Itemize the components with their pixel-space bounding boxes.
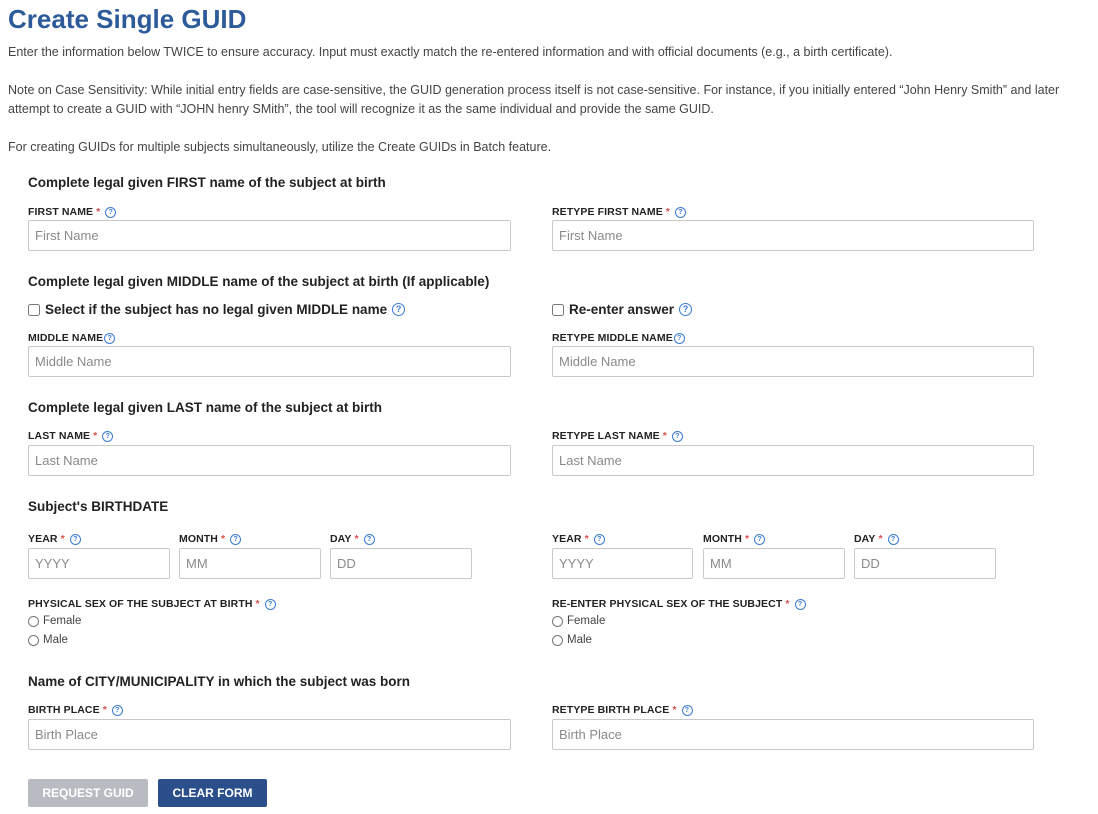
retype-middle-name-input[interactable]: [552, 346, 1034, 377]
reenter-no-middle-option[interactable]: Re-enter answer?: [552, 302, 693, 317]
retype-last-name-input[interactable]: [552, 445, 1034, 476]
retype-day-label: DAY *?: [854, 533, 899, 545]
intro-batch-note: For creating GUIDs for multiple subjects…: [8, 140, 552, 154]
help-icon[interactable]: ?: [104, 333, 116, 344]
middle-name-heading: Complete legal given MIDDLE name of the …: [28, 274, 490, 289]
last-name-heading: Complete legal given LAST name of the su…: [28, 400, 383, 415]
retype-last-name-label: RETYPE LAST NAME *?: [552, 430, 683, 442]
day-label: DAY *?: [330, 533, 375, 545]
male-radio[interactable]: [552, 634, 563, 646]
required-mark: *: [93, 430, 98, 442]
retype-sex-label: RE-ENTER PHYSICAL SEX OF THE SUBJECT *?: [552, 598, 806, 610]
required-mark: *: [102, 704, 107, 716]
required-mark: *: [878, 533, 883, 545]
birthplace-heading: Name of CITY/MUNICIPALITY in which the s…: [28, 674, 411, 689]
birth-year-input[interactable]: [28, 548, 170, 579]
required-mark: *: [785, 598, 790, 610]
request-guid-button[interactable]: REQUEST GUID: [28, 779, 148, 807]
retype-year-label: YEAR *?: [552, 533, 605, 545]
help-icon[interactable]: ?: [69, 534, 81, 545]
retype-middle-name-label: RETYPE MIDDLE NAME?: [552, 332, 685, 344]
help-icon[interactable]: ?: [111, 705, 123, 716]
help-icon[interactable]: ?: [264, 599, 276, 610]
no-middle-name-label: Select if the subject has no legal given…: [45, 302, 388, 317]
sex-option-male[interactable]: Male: [28, 634, 68, 646]
required-mark: *: [354, 533, 359, 545]
help-icon[interactable]: ?: [887, 534, 899, 545]
intro-instructions: Enter the information below TWICE to ens…: [8, 45, 893, 59]
retype-sex-option-male[interactable]: Male: [552, 634, 592, 646]
birth-day-input[interactable]: [330, 548, 472, 579]
required-mark: *: [665, 206, 670, 218]
first-name-label: FIRST NAME *?: [28, 206, 117, 218]
month-label: MONTH *?: [179, 533, 242, 545]
required-mark: *: [745, 533, 750, 545]
help-icon[interactable]: ?: [754, 534, 766, 545]
retype-sex-option-female[interactable]: Female: [552, 615, 605, 627]
birth-place-input[interactable]: [28, 719, 511, 750]
help-icon[interactable]: ?: [671, 431, 683, 442]
required-mark: *: [584, 533, 589, 545]
retype-first-name-input[interactable]: [552, 220, 1034, 251]
retype-birth-place-label: RETYPE BIRTH PLACE *?: [552, 704, 693, 716]
female-radio[interactable]: [28, 615, 39, 627]
retype-month-label: MONTH *?: [703, 533, 766, 545]
help-icon[interactable]: ?: [794, 599, 806, 610]
clear-form-button[interactable]: CLEAR FORM: [158, 779, 267, 807]
help-icon[interactable]: ?: [673, 333, 685, 344]
help-icon[interactable]: ?: [102, 431, 114, 442]
middle-name-label: MIDDLE NAME?: [28, 332, 116, 344]
help-icon[interactable]: ?: [679, 303, 693, 316]
no-middle-name-checkbox[interactable]: [28, 303, 40, 316]
intro-case-sensitivity-note: Note on Case Sensitivity: While initial …: [8, 83, 1060, 116]
help-icon[interactable]: ?: [674, 207, 686, 218]
retype-birth-day-input[interactable]: [854, 548, 996, 579]
required-mark: *: [662, 430, 667, 442]
help-icon[interactable]: ?: [105, 207, 117, 218]
year-label: YEAR *?: [28, 533, 81, 545]
first-name-heading: Complete legal given FIRST name of the s…: [28, 175, 386, 190]
retype-first-name-label: RETYPE FIRST NAME *?: [552, 206, 686, 218]
page-title: Create Single GUID: [8, 4, 247, 34]
birthdate-heading: Subject's BIRTHDATE: [28, 499, 169, 514]
male-radio[interactable]: [28, 634, 39, 646]
reenter-answer-label: Re-enter answer: [569, 302, 675, 317]
female-radio[interactable]: [552, 615, 563, 627]
sex-label: PHYSICAL SEX OF THE SUBJECT AT BIRTH *?: [28, 598, 276, 610]
help-icon[interactable]: ?: [392, 303, 406, 316]
help-icon[interactable]: ?: [681, 705, 693, 716]
required-mark: *: [672, 704, 677, 716]
reenter-answer-checkbox[interactable]: [552, 303, 564, 316]
last-name-input[interactable]: [28, 445, 511, 476]
middle-name-input[interactable]: [28, 346, 511, 377]
required-mark: *: [221, 533, 226, 545]
birth-place-label: BIRTH PLACE *?: [28, 704, 123, 716]
required-mark: *: [96, 206, 101, 218]
first-name-input[interactable]: [28, 220, 511, 251]
help-icon[interactable]: ?: [363, 534, 375, 545]
retype-birth-place-input[interactable]: [552, 719, 1034, 750]
help-icon[interactable]: ?: [593, 534, 605, 545]
retype-birth-year-input[interactable]: [552, 548, 693, 579]
birth-month-input[interactable]: [179, 548, 321, 579]
required-mark: *: [255, 598, 260, 610]
required-mark: *: [60, 533, 65, 545]
help-icon[interactable]: ?: [230, 534, 242, 545]
retype-birth-month-input[interactable]: [703, 548, 845, 579]
sex-option-female[interactable]: Female: [28, 615, 81, 627]
last-name-label: LAST NAME *?: [28, 430, 114, 442]
no-middle-name-option[interactable]: Select if the subject has no legal given…: [28, 302, 406, 317]
